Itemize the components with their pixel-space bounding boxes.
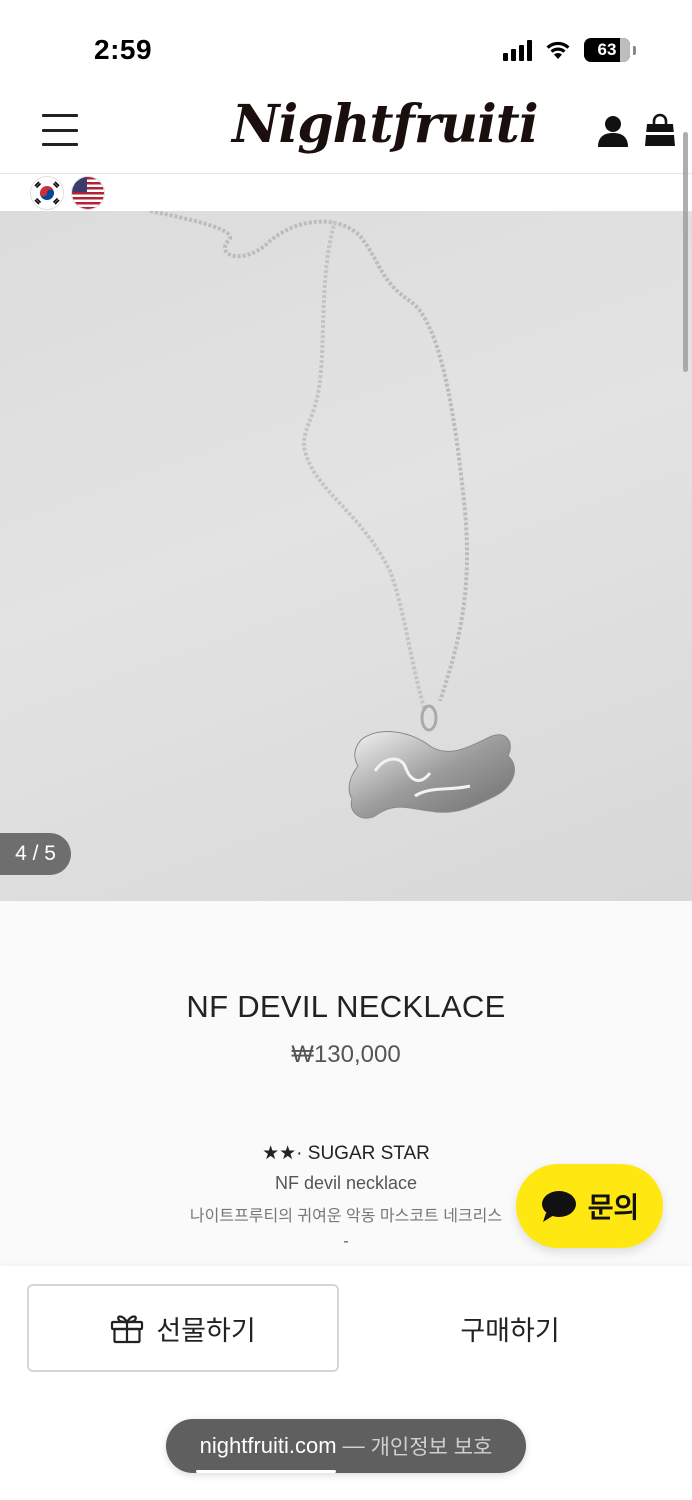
battery-icon: 63 <box>584 38 630 62</box>
usa-flag-icon[interactable] <box>72 177 104 209</box>
inquiry-chat-button[interactable]: 문의 <box>516 1164 663 1248</box>
browser-address-bar[interactable]: nightfruiti.com — 개인정보 보호 <box>166 1419 526 1473</box>
shopping-bag-icon[interactable] <box>644 112 676 148</box>
url-separator: — <box>342 1433 365 1458</box>
gift-button[interactable]: 선물하기 <box>27 1284 339 1372</box>
product-name: NF DEVIL NECKLACE <box>186 989 506 1024</box>
buy-button[interactable]: 구매하기 <box>355 1284 665 1372</box>
korea-flag-icon[interactable] <box>31 177 63 209</box>
product-description-line: ★★· SUGAR STAR <box>262 1143 430 1164</box>
scrollbar[interactable] <box>683 132 688 372</box>
site-header: Nightfruiti <box>0 88 692 174</box>
status-bar: 2:59 63 <box>0 0 692 88</box>
gift-icon <box>111 1315 144 1344</box>
privacy-label: 개인정보 보호 <box>370 1436 493 1459</box>
cellular-signal-icon <box>503 39 532 61</box>
status-time: 2:59 <box>94 34 153 65</box>
product-description-line: ... <box>339 1255 353 1266</box>
gift-button-label: 선물하기 <box>156 1315 256 1346</box>
page-load-progress <box>196 1470 336 1473</box>
necklace-photo <box>149 211 515 819</box>
hamburger-menu-icon[interactable] <box>42 114 78 146</box>
image-counter: 4 / 5 <box>0 833 71 875</box>
product-price: ₩130,000 <box>291 1041 401 1068</box>
site-logo[interactable]: Nightfruiti <box>232 94 539 155</box>
wifi-icon <box>546 41 570 59</box>
language-selector <box>0 175 692 211</box>
status-icons: 63 <box>503 38 636 62</box>
battery-tip <box>633 45 636 55</box>
url-domain: nightfruiti.com <box>199 1433 337 1458</box>
battery-percentage: 63 <box>597 40 617 59</box>
speech-bubble-icon <box>541 1191 576 1222</box>
product-image[interactable] <box>0 211 692 901</box>
inquiry-label: 문의 <box>587 1192 640 1223</box>
user-icon[interactable] <box>596 114 630 148</box>
buy-button-label: 구매하기 <box>460 1315 560 1346</box>
